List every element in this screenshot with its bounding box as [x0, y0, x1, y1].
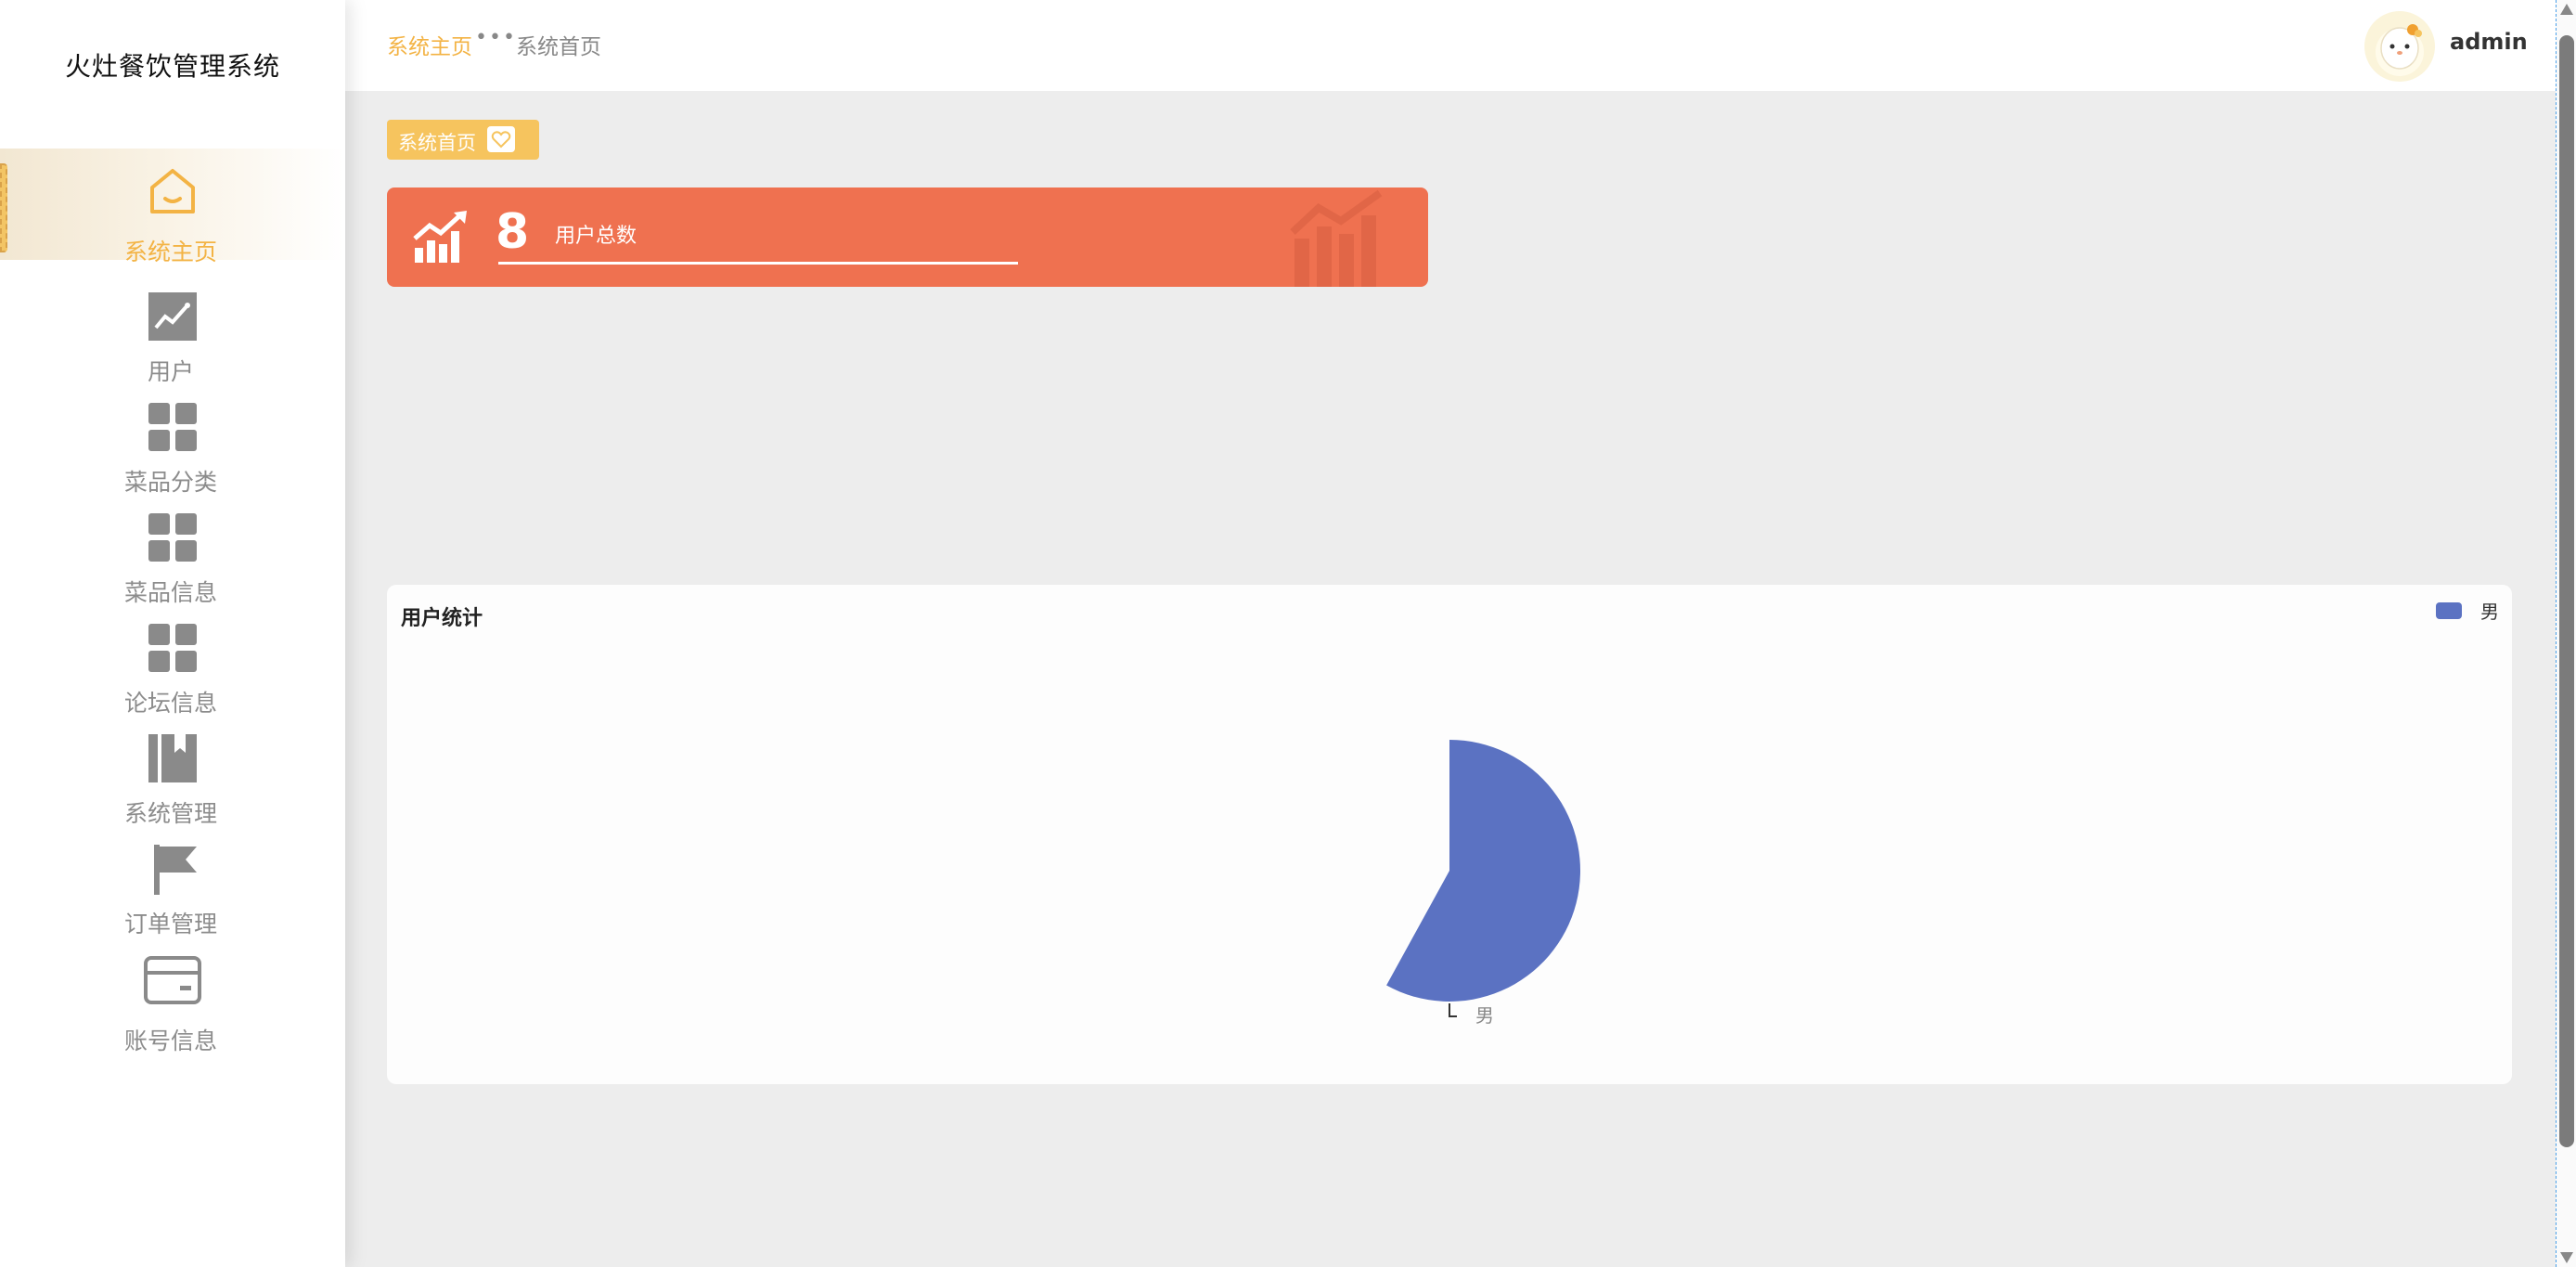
- sidebar-item-system[interactable]: 系统管理: [0, 725, 345, 836]
- sidebar-item-label: 订单管理: [123, 911, 217, 937]
- breadcrumb-root[interactable]: 系统主页: [387, 29, 472, 60]
- user-total-card: 8 用户总数: [387, 187, 1428, 287]
- growth-chart-icon: [413, 211, 467, 263]
- sidebar-item-dish-category[interactable]: 菜品分类: [0, 394, 345, 505]
- home-icon: [150, 169, 195, 213]
- sidebar-item-label: 菜品分类: [123, 469, 217, 496]
- sidebar-item-label: 账号信息: [123, 1028, 217, 1054]
- sidebar-item-label: 论坛信息: [123, 690, 217, 717]
- username[interactable]: admin: [2450, 29, 2528, 55]
- sidebar-item-label: 系统主页: [123, 239, 217, 265]
- breadcrumb-separator: •••: [475, 26, 517, 49]
- sidebar-item-home[interactable]: 系统主页: [0, 149, 345, 265]
- sidebar-item-label: 菜品信息: [123, 579, 217, 606]
- scroll-down-arrow-icon[interactable]: [2560, 1252, 2573, 1263]
- page-tag-label: 系统首页: [398, 132, 476, 154]
- sidebar-item-dish-info[interactable]: 菜品信息: [0, 504, 345, 615]
- trend-chart-icon: [148, 292, 197, 341]
- book-bookmark-icon: [148, 734, 197, 782]
- sidebar-item-user[interactable]: 用户: [0, 283, 345, 394]
- grid-icon: [148, 624, 197, 672]
- sidebar-item-forum[interactable]: 论坛信息: [0, 614, 345, 726]
- vertical-scrollbar[interactable]: [2556, 0, 2576, 1267]
- user-stats-panel: 用户统计 男 男: [387, 585, 2512, 1084]
- hamster-avatar-icon: [2376, 24, 2424, 76]
- sidebar-item-label: 用户: [147, 358, 194, 385]
- user-total-value: 8: [496, 204, 530, 260]
- page-tag[interactable]: 系统首页: [387, 120, 539, 160]
- pie-chart: 男: [1386, 740, 1580, 1027]
- user-total-label: 用户总数: [555, 225, 638, 248]
- breadcrumb-current: 系统首页: [516, 35, 601, 59]
- sidebar-item-account[interactable]: 账号信息: [0, 947, 345, 1058]
- avatar[interactable]: [2364, 11, 2435, 82]
- active-indicator: [0, 163, 7, 252]
- top-header: 系统主页 ••• 系统首页 admin: [345, 0, 2556, 91]
- flag-icon: [154, 845, 197, 895]
- growth-chart-watermark-icon: [1290, 189, 1383, 287]
- pie-label-line: [1449, 1003, 1457, 1017]
- pie-slice-label: 男: [1475, 1004, 1494, 1027]
- heart-icon[interactable]: [487, 126, 515, 152]
- sidebar: 火灶餐饮管理系统 系统主页 用户 菜品分类 菜品信息 论坛信息 系统管理 订单管…: [0, 0, 345, 1267]
- stat-underline: [498, 262, 1018, 265]
- scroll-up-arrow-icon[interactable]: [2560, 4, 2573, 15]
- card-icon: [144, 956, 201, 1004]
- pie-slice[interactable]: [1386, 740, 1580, 1002]
- brand-title: 火灶餐饮管理系统: [64, 51, 280, 82]
- grid-icon: [148, 403, 197, 451]
- grid-icon: [148, 513, 197, 562]
- sidebar-item-label: 系统管理: [123, 800, 217, 827]
- scroll-thumb[interactable]: [2559, 35, 2574, 1147]
- sidebar-item-orders[interactable]: 订单管理: [0, 835, 345, 947]
